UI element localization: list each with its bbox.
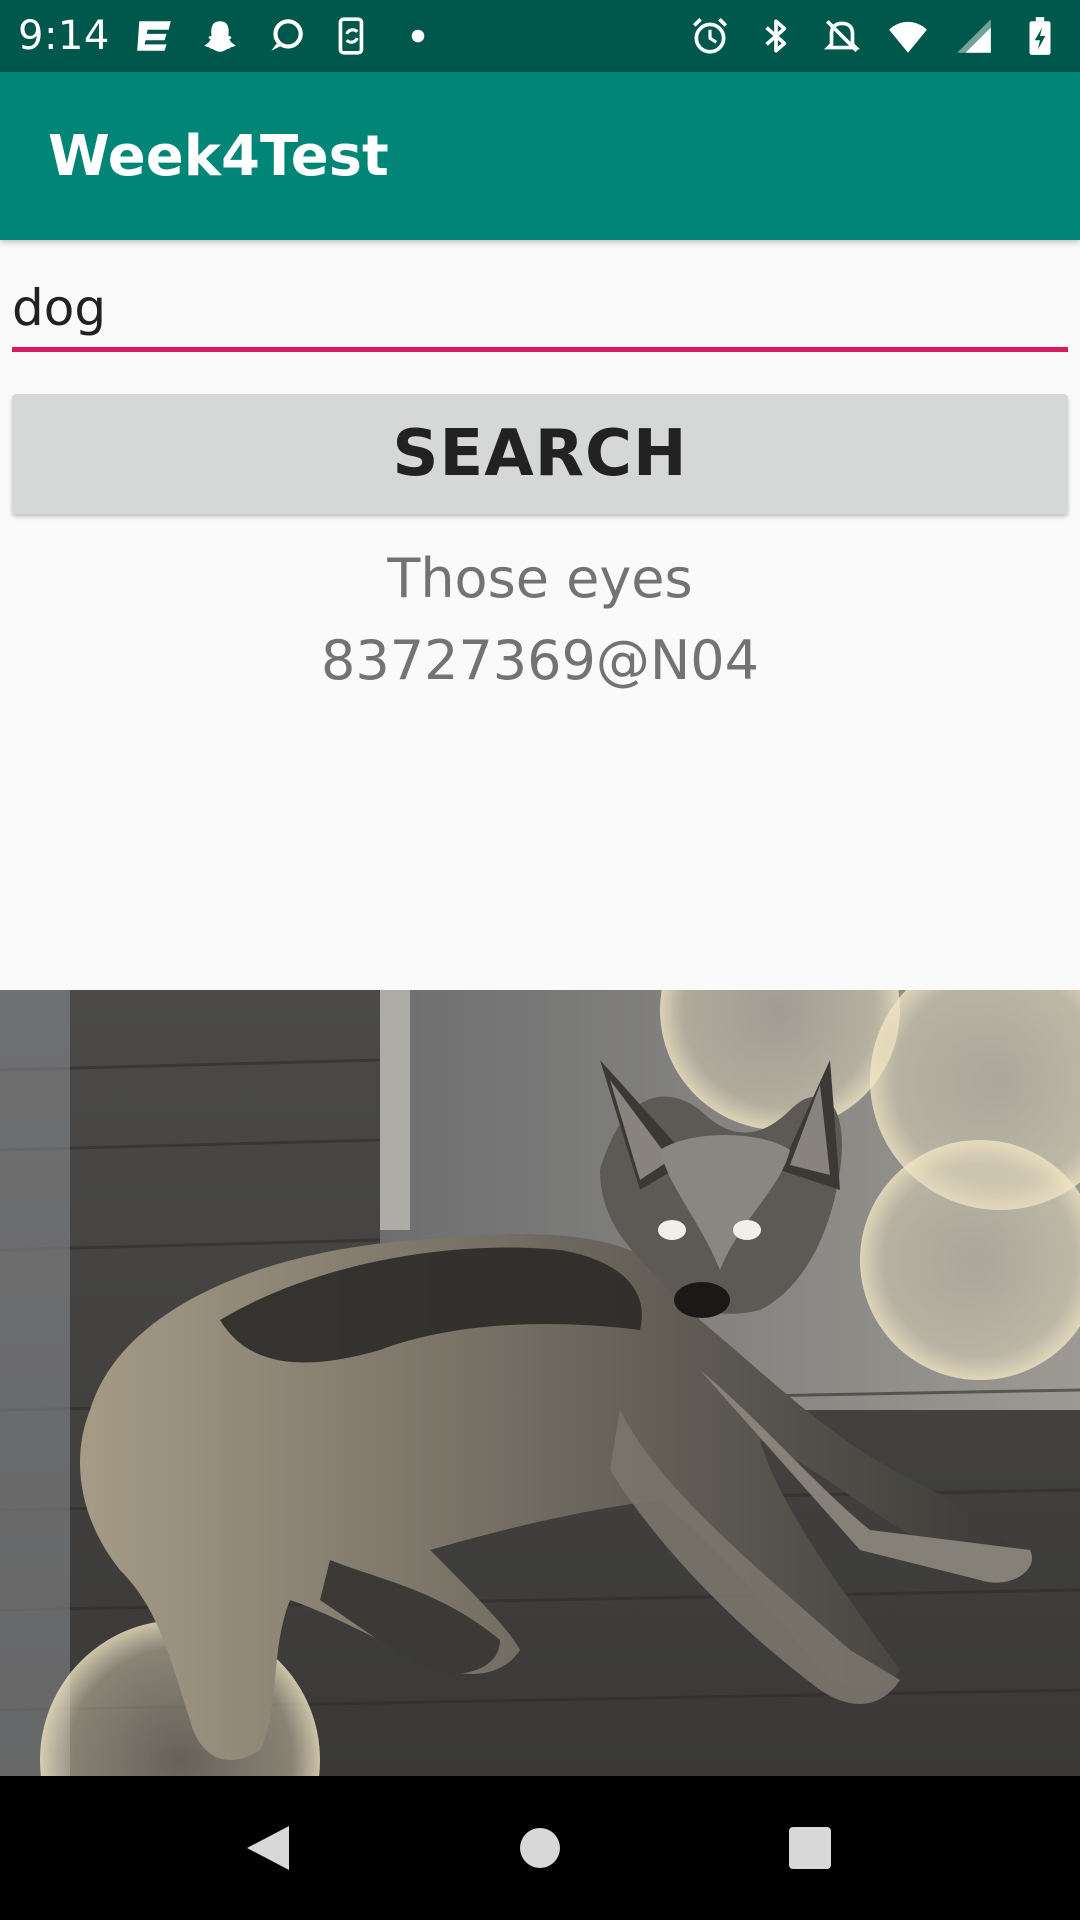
status-left: 9:14	[18, 13, 440, 59]
home-button[interactable]	[480, 1776, 600, 1920]
dog-photo	[0, 990, 1080, 1776]
e-icon	[132, 14, 176, 58]
result-text: Those eyes 83727369@N04	[0, 538, 1080, 702]
wifi-icon	[886, 14, 930, 58]
snapchat-icon	[198, 14, 242, 58]
back-icon	[247, 1826, 289, 1870]
search-input[interactable]	[12, 268, 1068, 352]
result-title: Those eyes	[387, 547, 693, 610]
bluetooth-icon	[754, 14, 798, 58]
home-icon	[520, 1828, 560, 1868]
navigation-bar	[0, 1776, 1080, 1920]
app-title: Week4Test	[48, 123, 389, 189]
result-owner: 83727369@N04	[321, 629, 759, 692]
back-button[interactable]	[208, 1776, 328, 1920]
alarm-icon	[688, 14, 732, 58]
chat-bubble-icon	[264, 14, 308, 58]
signal-icon	[952, 14, 996, 58]
status-time: 9:14	[18, 13, 110, 59]
notifications-off-icon	[820, 14, 864, 58]
app-bar: Week4Test	[0, 72, 1080, 240]
phone-sync-icon	[330, 14, 374, 58]
search-button[interactable]: SEARCH	[12, 394, 1068, 514]
recents-icon	[789, 1827, 831, 1869]
status-right	[688, 14, 1062, 58]
status-bar: 9:14	[0, 0, 1080, 72]
recents-button[interactable]	[750, 1776, 870, 1920]
battery-icon	[1018, 14, 1062, 58]
dot-icon	[396, 14, 440, 58]
